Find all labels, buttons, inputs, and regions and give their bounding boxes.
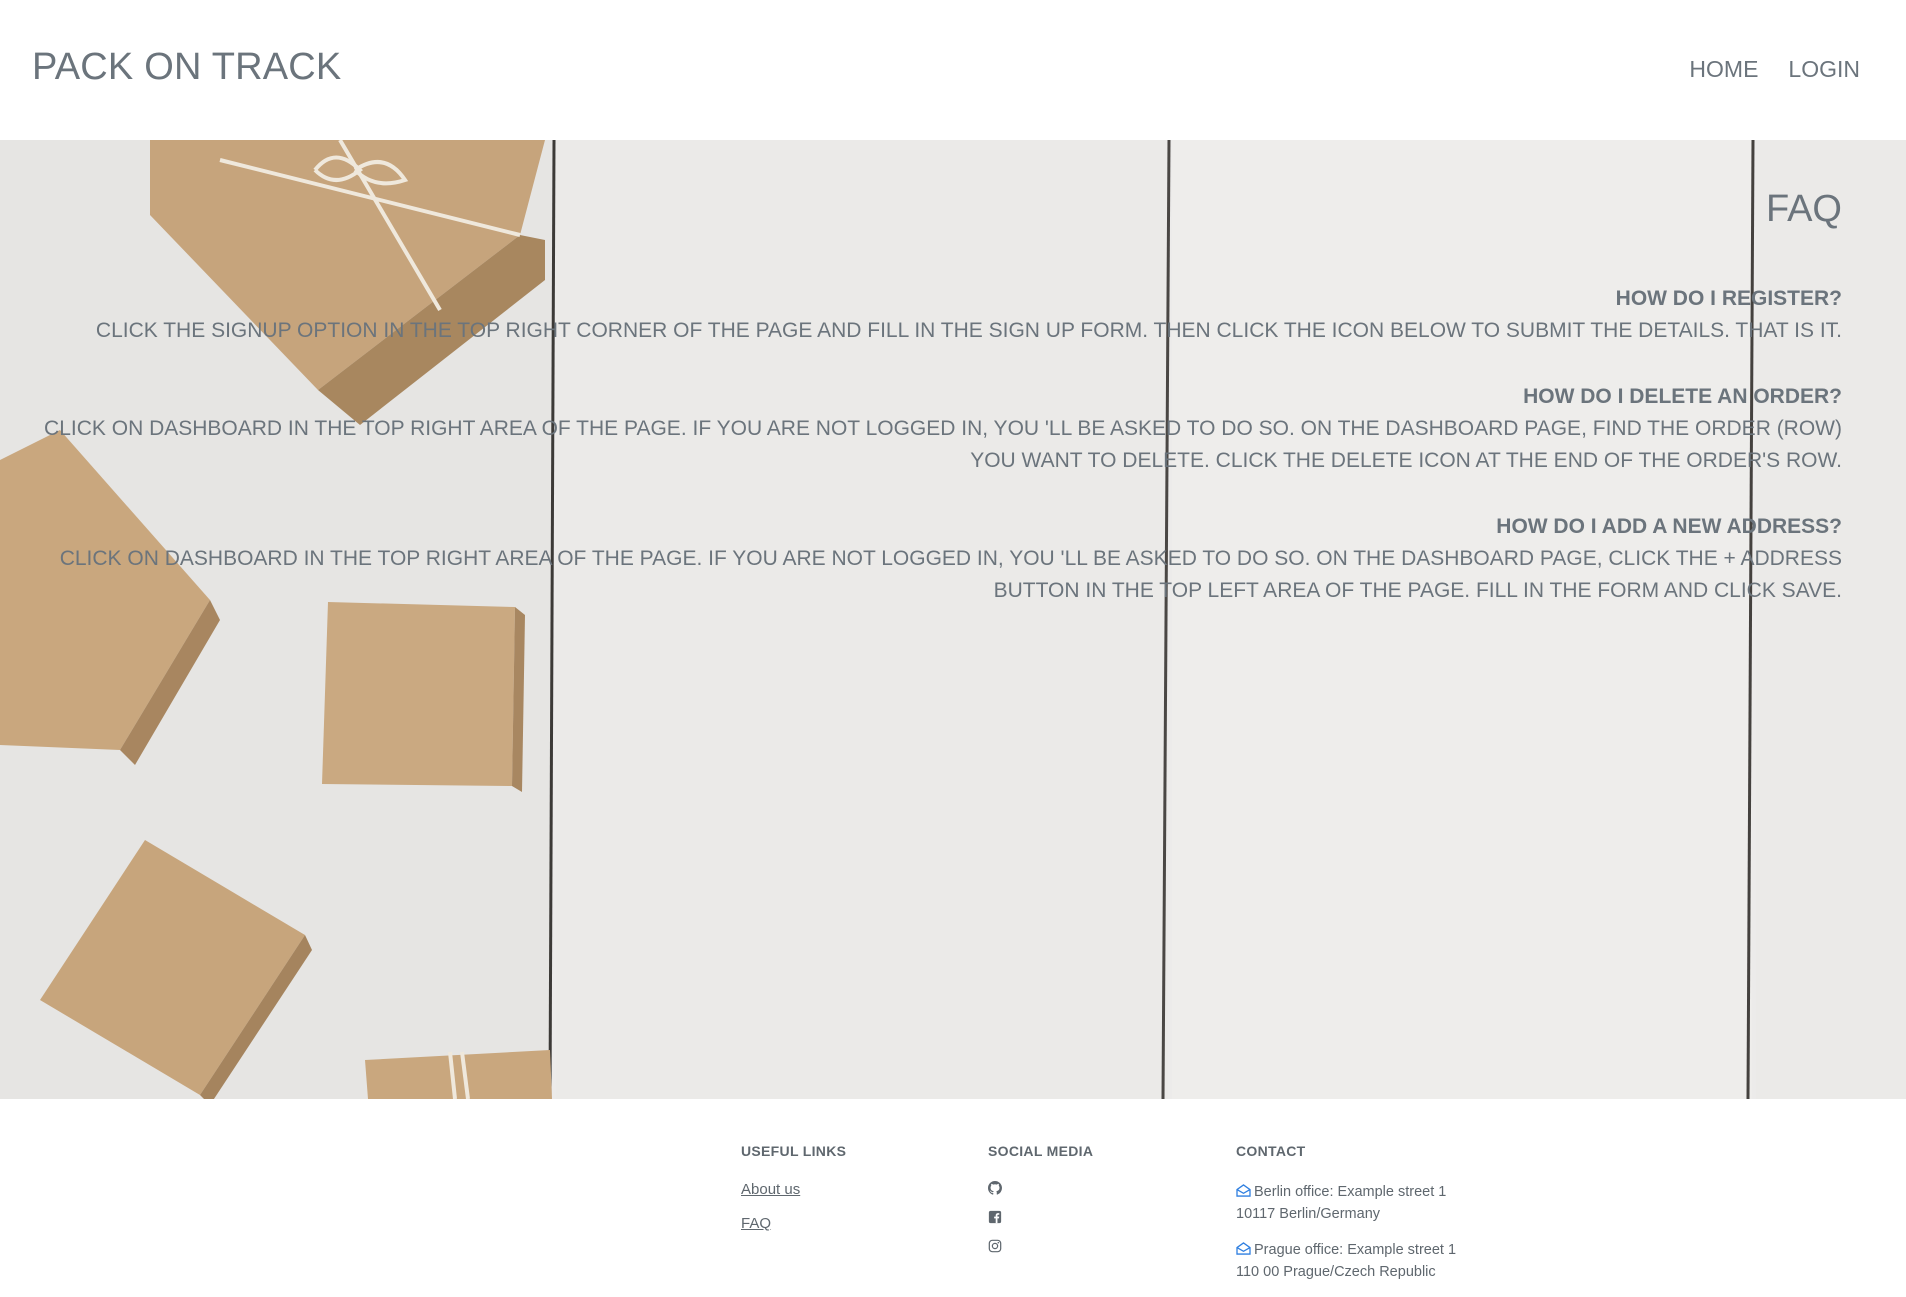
prague-office-address: Prague office: Example street 1 110 00 P… bbox=[1236, 1239, 1456, 1283]
faq-link[interactable]: FAQ bbox=[741, 1215, 846, 1232]
navbar: PACK ON TRACK HOME LOGIN bbox=[0, 0, 1906, 140]
envelope-open-icon bbox=[1236, 1184, 1251, 1197]
faq-title: FAQ bbox=[1765, 188, 1842, 230]
contact-heading: CONTACT bbox=[1236, 1143, 1306, 1159]
faq-question: HOW DO I DELETE AN ORDER? bbox=[1523, 385, 1842, 408]
faq-content: FAQ HOW DO I REGISTER? CLICK THE SIGNUP … bbox=[2, 188, 1842, 641]
berlin-office-address: Berlin office: Example street 1 10117 Be… bbox=[1236, 1181, 1456, 1225]
brand-logo[interactable]: PACK ON TRACK bbox=[32, 46, 341, 89]
office-line-1: Berlin office: Example street 1 bbox=[1254, 1184, 1447, 1200]
about-us-link[interactable]: About us bbox=[741, 1181, 846, 1198]
instagram-icon[interactable] bbox=[988, 1239, 1002, 1253]
office-line-1: Prague office: Example street 1 bbox=[1254, 1242, 1457, 1258]
footer: USEFUL LINKS About us FAQ SOCIAL MEDIA C… bbox=[0, 1099, 1906, 1297]
faq-hero: FAQ HOW DO I REGISTER? CLICK THE SIGNUP … bbox=[0, 140, 1906, 1099]
office-line-2: 110 00 Prague/Czech Republic bbox=[1236, 1264, 1436, 1280]
main-nav: HOME LOGIN bbox=[1689, 56, 1860, 83]
faq-answer: CLICK ON DASHBOARD IN THE TOP RIGHT AREA… bbox=[44, 417, 1842, 472]
envelope-open-icon bbox=[1236, 1242, 1251, 1255]
faq-item: HOW DO I REGISTER? CLICK THE SIGNUP OPTI… bbox=[2, 283, 1842, 347]
social-media-column: SOCIAL MEDIA bbox=[988, 1143, 1093, 1268]
nav-home-link[interactable]: HOME bbox=[1689, 56, 1758, 83]
faq-question: HOW DO I REGISTER? bbox=[1615, 287, 1842, 310]
facebook-icon[interactable] bbox=[988, 1210, 1002, 1224]
office-line-2: 10117 Berlin/Germany bbox=[1236, 1206, 1381, 1222]
social-media-heading: SOCIAL MEDIA bbox=[988, 1143, 1094, 1159]
faq-answer: CLICK THE SIGNUP OPTION IN THE TOP RIGHT… bbox=[95, 319, 1842, 342]
faq-item: HOW DO I DELETE AN ORDER? CLICK ON DASHB… bbox=[2, 381, 1842, 477]
github-icon[interactable] bbox=[988, 1181, 1002, 1195]
contact-column: CONTACT Berlin office: Example street 1 … bbox=[1236, 1143, 1456, 1297]
faq-item: HOW DO I ADD A NEW ADDRESS? CLICK ON DAS… bbox=[2, 511, 1842, 607]
nav-login-link[interactable]: LOGIN bbox=[1788, 56, 1860, 83]
faq-question: HOW DO I ADD A NEW ADDRESS? bbox=[1496, 515, 1842, 538]
useful-links-column: USEFUL LINKS About us FAQ bbox=[741, 1143, 846, 1249]
useful-links-heading: USEFUL LINKS bbox=[741, 1143, 847, 1159]
faq-answer: CLICK ON DASHBOARD IN THE TOP RIGHT AREA… bbox=[59, 547, 1842, 602]
